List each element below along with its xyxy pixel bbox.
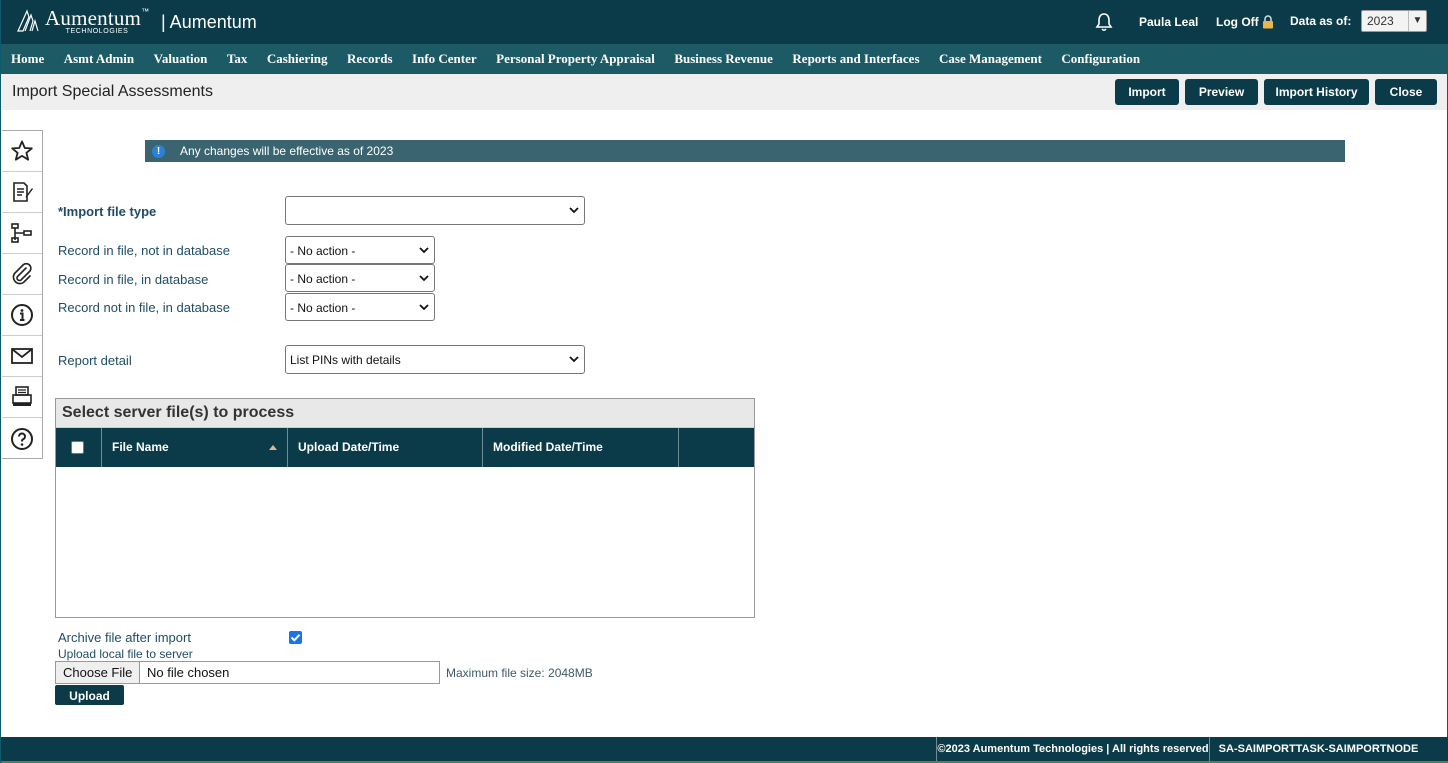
select-all-checkbox[interactable] xyxy=(71,441,84,454)
app-name: | Aumentum xyxy=(161,12,257,32)
nav-personal-property-appraisal[interactable]: Personal Property Appraisal xyxy=(496,51,655,67)
checkmark-icon xyxy=(290,634,301,642)
record-in-file-not-db-value: - No action - xyxy=(290,244,356,258)
data-as-of-label: Data as of: xyxy=(1290,14,1352,28)
page-title-bar: Import Special Assessments Import Previe… xyxy=(1,74,1447,110)
footer-task-id: SA-SAIMPORTTASK-SAIMPORTNODE xyxy=(1209,737,1427,761)
edit-document-icon xyxy=(13,182,33,202)
upload-button[interactable]: Upload xyxy=(55,685,124,705)
chevron-down-icon xyxy=(419,275,429,282)
attachments-button[interactable] xyxy=(2,254,42,295)
choose-file-button[interactable]: Choose File xyxy=(56,662,141,683)
column-modified-date-label: Modified Date/Time xyxy=(493,440,603,454)
logo-mark-icon xyxy=(17,9,39,32)
nav-configuration[interactable]: Configuration xyxy=(1061,51,1140,67)
alert-icon: ! xyxy=(152,144,165,158)
nav-case-management[interactable]: Case Management xyxy=(939,51,1042,67)
nav-valuation[interactable]: Valuation xyxy=(154,51,208,67)
record-in-file-not-db-label: Record in file, not in database xyxy=(58,243,230,258)
file-input[interactable]: Choose File No file chosen xyxy=(55,661,440,684)
import-button[interactable]: Import xyxy=(1115,79,1179,105)
chevron-down-icon xyxy=(419,304,429,311)
column-file-name-label: File Name xyxy=(112,440,169,454)
logo-text: Aumentum xyxy=(45,5,142,30)
year-select[interactable]: 2023 ▼ xyxy=(1361,10,1427,32)
report-detail-label: Report detail xyxy=(58,353,132,368)
sort-ascending-icon xyxy=(269,445,277,450)
report-detail-value: List PINs with details xyxy=(290,353,401,367)
info-button[interactable] xyxy=(2,295,42,336)
nav-reports-and-interfaces[interactable]: Reports and Interfaces xyxy=(792,51,919,67)
mail-icon xyxy=(11,348,33,364)
grid-caption: Select server file(s) to process xyxy=(56,399,754,428)
star-icon xyxy=(11,140,33,161)
hierarchy-button[interactable] xyxy=(2,213,42,254)
record-not-in-file-in-db-label: Record not in file, in database xyxy=(58,300,230,315)
preview-button[interactable]: Preview xyxy=(1185,79,1258,105)
print-icon xyxy=(12,386,32,406)
import-file-type-label: *Import file type xyxy=(58,204,157,219)
mail-button[interactable] xyxy=(2,336,42,377)
record-in-file-in-db-label: Record in file, in database xyxy=(58,272,209,287)
nav-info-center[interactable]: Info Center xyxy=(412,51,477,67)
nav-records[interactable]: Records xyxy=(347,51,393,67)
print-button[interactable] xyxy=(2,377,42,418)
nav-business-revenue[interactable]: Business Revenue xyxy=(674,51,773,67)
banner-text: Any changes will be effective as of 2023 xyxy=(180,144,394,158)
grid-header-row: File Name Upload Date/Time Modified Date… xyxy=(56,428,754,467)
record-not-in-file-in-db-select[interactable]: - No action - xyxy=(285,293,435,321)
record-in-file-in-db-value: - No action - xyxy=(290,272,356,286)
archive-file-label: Archive file after import xyxy=(58,630,191,645)
help-button[interactable] xyxy=(2,418,42,459)
upload-local-label: Upload local file to server xyxy=(58,647,193,661)
select-all-cell xyxy=(56,428,102,467)
import-history-button[interactable]: Import History xyxy=(1264,79,1369,105)
logo-trademark: ™ xyxy=(141,6,150,16)
close-button[interactable]: Close xyxy=(1375,79,1437,105)
column-upload-date-label: Upload Date/Time xyxy=(298,440,400,454)
record-in-file-in-db-select[interactable]: - No action - xyxy=(285,264,435,292)
nav-tax[interactable]: Tax xyxy=(227,51,247,67)
chevron-down-icon: ▼ xyxy=(1408,11,1426,31)
logoff-link[interactable]: Log Off xyxy=(1216,15,1274,29)
year-select-value: 2023 xyxy=(1367,14,1394,28)
server-files-grid: Select server file(s) to process File Na… xyxy=(55,398,755,618)
chevron-down-icon xyxy=(569,207,579,214)
notes-button[interactable] xyxy=(2,172,42,213)
effective-date-banner: ! Any changes will be effective as of 20… xyxy=(145,140,1345,162)
info-icon xyxy=(11,304,33,326)
user-name[interactable]: Paula Leal xyxy=(1139,15,1198,29)
max-file-size-text: Maximum file size: 2048MB xyxy=(446,666,593,680)
lock-icon xyxy=(1262,15,1273,29)
help-icon xyxy=(11,427,33,450)
favorites-button[interactable] xyxy=(2,131,42,172)
nav-cashiering[interactable]: Cashiering xyxy=(267,51,328,67)
no-file-chosen-text: No file chosen xyxy=(147,665,230,680)
chevron-down-icon xyxy=(569,356,579,363)
footer: ©2023 Aumentum Technologies | All rights… xyxy=(1,737,1448,761)
top-header: Aumentum™ TECHNOLOGIES | Aumentum Paula … xyxy=(1,0,1448,44)
chevron-down-icon xyxy=(419,247,429,254)
logoff-label: Log Off xyxy=(1216,15,1259,29)
nav-home[interactable]: Home xyxy=(11,51,44,67)
notification-bell-icon[interactable] xyxy=(1094,12,1114,32)
side-toolbar xyxy=(2,130,43,459)
nav-asmt-admin[interactable]: Asmt Admin xyxy=(64,51,134,67)
column-modified-date[interactable]: Modified Date/Time xyxy=(483,428,679,467)
record-in-file-not-db-select[interactable]: - No action - xyxy=(285,236,435,264)
footer-copyright: ©2023 Aumentum Technologies | All rights… xyxy=(936,737,1209,761)
column-upload-date[interactable]: Upload Date/Time xyxy=(288,428,483,467)
paperclip-icon xyxy=(12,262,32,285)
aumentum-logo[interactable]: Aumentum™ TECHNOLOGIES xyxy=(15,6,149,36)
archive-file-checkbox[interactable] xyxy=(289,631,302,644)
column-file-name[interactable]: File Name xyxy=(102,428,288,467)
page-title: Import Special Assessments xyxy=(12,83,213,100)
report-detail-select[interactable]: List PINs with details xyxy=(285,345,585,374)
main-nav: Home Asmt Admin Valuation Tax Cashiering… xyxy=(1,44,1448,74)
record-not-in-file-in-db-value: - No action - xyxy=(290,301,356,315)
hierarchy-icon xyxy=(11,223,32,243)
import-file-type-select[interactable] xyxy=(285,196,585,225)
